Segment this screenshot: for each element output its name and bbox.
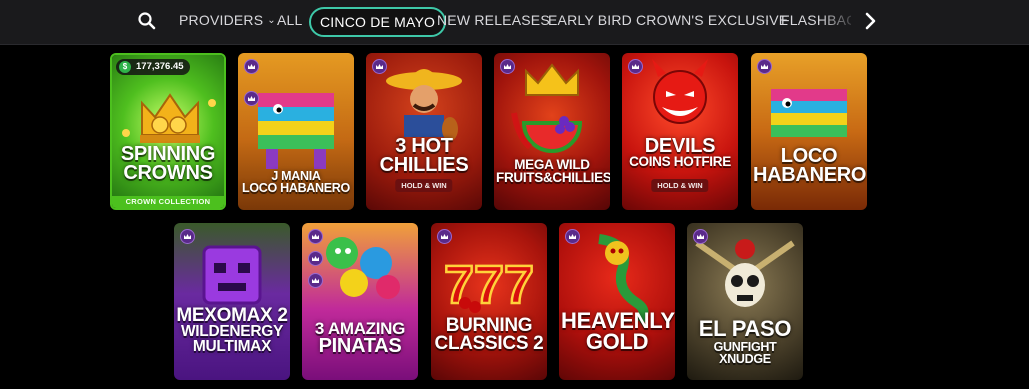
crown-icon (757, 59, 772, 74)
game-tile-burning-classics-2[interactable]: 777 BURNING CLASSICS 2 (431, 223, 547, 380)
game-title-line: EL PASO (698, 316, 792, 341)
game-title-line: HABANERO (753, 164, 867, 186)
game-art (559, 223, 675, 380)
crown-icon (180, 229, 195, 244)
game-art (174, 223, 290, 380)
hold-and-win-badge: HOLD & WIN (651, 179, 709, 192)
crown-icon (437, 229, 452, 244)
game-tile-el-paso-gunfight-xnudge[interactable]: EL PASO GUNFIGHT XNUDGE (687, 223, 803, 380)
crown-icon (244, 59, 259, 74)
game-title-line: FRUITS&CHILLIES (496, 169, 610, 185)
game-art (751, 53, 867, 210)
category-nav: PROVIDERS ⌄ ALL CINCO DE MAYO NEW RELEASE… (0, 0, 1029, 45)
crown-icon (308, 229, 323, 244)
game-art: 777 (431, 223, 547, 380)
crown-icon (372, 59, 387, 74)
providers-label: PROVIDERS (179, 12, 264, 28)
game-title-line: CHILLIES (379, 154, 469, 176)
providers-dropdown[interactable]: PROVIDERS ⌄ (179, 12, 276, 28)
game-title: BURNING CLASSICS 2 (433, 316, 545, 355)
game-tile-devils-coins-hotfire[interactable]: DEVILS COINS HOTFIRE HOLD & WIN (622, 53, 738, 210)
tab-early-bird[interactable]: EARLY BIRD (548, 12, 632, 28)
crown-icon (693, 229, 708, 244)
game-title: EL PASO GUNFIGHT XNUDGE (689, 316, 801, 366)
crown-icon (565, 229, 580, 244)
jackpot-counter: $177,376.45 (116, 59, 190, 75)
crown-icon (308, 251, 323, 266)
coin-icon: $ (119, 61, 131, 73)
game-title: 3 HOT CHILLIES (368, 136, 480, 176)
game-tile-j-mania-loco-habanero[interactable]: J MANIA LOCO HABANERO (238, 53, 354, 210)
game-tile-loco-habanero[interactable]: LOCO HABANERO (751, 53, 867, 210)
game-title-line: LOCO HABANERO (242, 180, 350, 195)
sevens-art: 777 (444, 255, 534, 315)
game-title: LOCO HABANERO (753, 146, 867, 186)
game-title-line: MULTIMAX (192, 337, 272, 355)
game-title: MEGA WILD FRUITS&CHILLIES (496, 158, 610, 185)
game-title-line: CLASSICS 2 (434, 333, 544, 355)
game-title-line: GOLD (585, 328, 649, 354)
crown-icon (308, 273, 323, 288)
chevron-down-icon: ⌄ (267, 15, 276, 26)
game-tile-heavenly-gold[interactable]: HEAVENLY GOLD (559, 223, 675, 380)
crown-icon (500, 59, 515, 74)
hold-and-win-badge: HOLD & WIN (395, 179, 453, 192)
game-title-line: CROWNS (123, 162, 213, 184)
search-icon[interactable] (137, 11, 157, 31)
game-tile-3-hot-chillies[interactable]: 3 HOT CHILLIES HOLD & WIN (366, 53, 482, 210)
jackpot-value: 177,376.45 (136, 61, 184, 72)
tab-new-releases[interactable]: NEW RELEASES (437, 12, 550, 28)
crown-collection-label: CROWN COLLECTION (112, 196, 224, 208)
game-tile-3-amazing-pinatas[interactable]: 3 AMAZING PINATAS (302, 223, 418, 380)
tab-crowns-exclusive[interactable]: CROWN'S EXCLUSIVE (636, 12, 788, 28)
crown-icon (244, 91, 259, 106)
game-title: MEXOMAX 2 WILDENERGY MULTIMAX (176, 306, 288, 355)
game-title-line: GUNFIGHT XNUDGE (713, 339, 777, 366)
game-title: DEVILS COINS HOTFIRE (624, 136, 736, 169)
tab-flashback[interactable]: FLASHBACK (781, 12, 851, 28)
chevron-right-icon[interactable] (859, 10, 881, 32)
game-title-line: COINS HOTFIRE (629, 154, 731, 169)
game-art (494, 53, 610, 210)
crown-icon (628, 59, 643, 74)
tab-cinco-de-mayo[interactable]: CINCO DE MAYO (309, 7, 447, 37)
game-title: SPINNING CROWNS (114, 144, 222, 184)
game-tile-mexomax-2-wildenergy-multimax[interactable]: MEXOMAX 2 WILDENERGY MULTIMAX (174, 223, 290, 380)
tab-all[interactable]: ALL (277, 12, 303, 28)
game-tile-spinning-crowns[interactable]: $177,376.45 SPINNING CROWNS CROWN COLLEC… (110, 53, 226, 210)
game-title: HEAVENLY GOLD (561, 310, 675, 354)
game-art (112, 55, 224, 208)
game-tile-mega-wild-fruits-chillies[interactable]: MEGA WILD FRUITS&CHILLIES (494, 53, 610, 210)
game-title: 3 AMAZING PINATAS (304, 320, 416, 358)
game-title: J MANIA LOCO HABANERO (240, 170, 352, 195)
game-title-line: PINATAS (318, 335, 402, 358)
